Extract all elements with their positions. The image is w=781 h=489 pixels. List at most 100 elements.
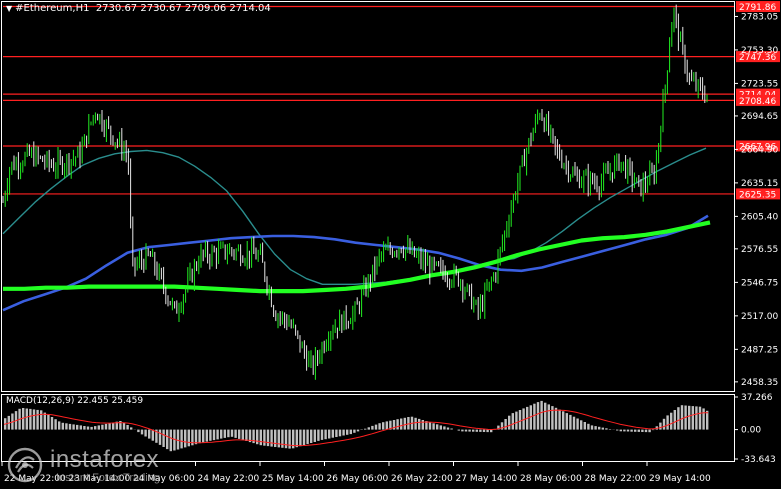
- price-tick-label: 2458.35: [741, 378, 778, 388]
- macd-bar: [263, 429, 266, 446]
- macd-bar: [302, 429, 306, 446]
- macd-bar: [338, 429, 342, 437]
- macd-bar: [58, 421, 61, 430]
- time-tick-label: 28 May 06:00: [520, 474, 582, 484]
- macd-bar: [400, 418, 403, 430]
- macd-tick-label: 0.00: [741, 426, 761, 436]
- macd-bar: [518, 410, 522, 430]
- macd-bar: [403, 417, 406, 430]
- macd-bar: [436, 424, 439, 430]
- macd-bar: [83, 426, 86, 430]
- macd-bar: [508, 415, 511, 430]
- price-tick-label: 2517.00: [741, 312, 778, 322]
- instaforex-logo-icon: [7, 447, 43, 483]
- macd-bar: [475, 429, 478, 432]
- macd-bar: [238, 429, 241, 439]
- macd-bar: [234, 429, 237, 438]
- macd-bar: [356, 429, 360, 432]
- macd-bar: [691, 406, 694, 430]
- macd-bar: [558, 409, 561, 430]
- macd-bar: [565, 413, 568, 430]
- macd-bar: [101, 424, 104, 430]
- macd-bar: [151, 429, 154, 441]
- macd-bar: [385, 421, 388, 430]
- macd-bar: [241, 429, 244, 440]
- macd-bar: [432, 423, 435, 430]
- time-tick-label: 27 May 14:00: [456, 474, 518, 484]
- macd-bar: [457, 429, 460, 431]
- macd-bar: [583, 422, 586, 430]
- macd-bar: [36, 409, 39, 430]
- macd-bar: [547, 404, 550, 430]
- macd-bar: [446, 427, 450, 430]
- macd-bar: [130, 427, 133, 430]
- macd-bar: [281, 429, 284, 448]
- macd-bar: [335, 429, 338, 437]
- macd-bar: [328, 429, 331, 439]
- macd-bar: [349, 429, 352, 435]
- macd-bar: [331, 429, 334, 438]
- price-tick-label: 2783.05: [741, 12, 778, 22]
- macd-bar: [97, 425, 100, 430]
- macd-bar: [313, 429, 316, 442]
- watermark: instaforex Instant Forex Trading: [6, 444, 206, 488]
- macd-bar: [144, 429, 147, 437]
- macd-tick-label: 37.266: [741, 393, 773, 403]
- macd-bar: [266, 429, 270, 447]
- macd-bar: [605, 428, 608, 430]
- macd-bar: [140, 429, 144, 435]
- macd-bar: [587, 423, 590, 430]
- macd-bar: [544, 402, 547, 430]
- macd-bar: [50, 417, 54, 430]
- macd-bar: [576, 418, 579, 430]
- macd-bar: [554, 407, 558, 430]
- macd-bar: [698, 406, 702, 430]
- time-tick-label: 29 May 14:00: [649, 474, 711, 484]
- macd-bar: [61, 422, 64, 430]
- macd-bar: [464, 429, 468, 432]
- macd-bar: [533, 403, 536, 430]
- time-tick-label: 26 May 06:00: [327, 474, 389, 484]
- macd-bar: [353, 429, 356, 433]
- macd-bar: [662, 418, 666, 430]
- price-tick-label: 2753.30: [741, 46, 778, 56]
- macd-bar: [680, 405, 684, 430]
- macd-bar: [40, 410, 43, 430]
- macd-bar: [644, 429, 648, 433]
- macd-bar: [158, 429, 162, 445]
- macd-bar: [670, 412, 673, 430]
- macd-bar: [86, 426, 90, 430]
- macd-bar: [608, 429, 612, 430]
- price-chart[interactable]: 2791.862747.362714.042708.462667.962625.…: [0, 0, 781, 489]
- macd-bar: [706, 410, 709, 430]
- macd-bar: [320, 429, 324, 440]
- macd-bar: [511, 413, 514, 430]
- price-tick-label: 2694.65: [741, 112, 778, 122]
- macd-bar: [601, 427, 604, 430]
- macd-bar: [569, 414, 572, 430]
- macd-bar: [295, 429, 298, 448]
- macd-bar: [486, 429, 489, 433]
- macd-bar: [616, 429, 619, 431]
- macd-bar: [47, 414, 50, 430]
- price-tick-label: 2664.90: [741, 145, 778, 155]
- level-tag-label: 2708.46: [739, 97, 776, 107]
- macd-bar: [245, 429, 248, 441]
- macd-bar: [648, 429, 651, 433]
- macd-bar: [421, 420, 424, 430]
- macd-bar: [450, 428, 453, 430]
- macd-bar: [198, 429, 201, 444]
- macd-bar: [65, 423, 68, 430]
- macd-bar: [641, 429, 644, 432]
- macd-bar: [634, 429, 637, 432]
- time-tick-label: 26 May 22:00: [391, 474, 453, 484]
- macd-bar: [374, 424, 378, 430]
- price-tick-label: 2576.55: [741, 245, 778, 255]
- macd-bar: [468, 429, 471, 432]
- macd-bar: [256, 429, 259, 445]
- macd-bar: [310, 429, 313, 443]
- macd-bar: [439, 425, 442, 430]
- collapse-triangle-icon[interactable]: ▼: [6, 4, 12, 13]
- time-tick-label: 24 May 22:00: [198, 474, 260, 484]
- macd-bar: [288, 429, 291, 449]
